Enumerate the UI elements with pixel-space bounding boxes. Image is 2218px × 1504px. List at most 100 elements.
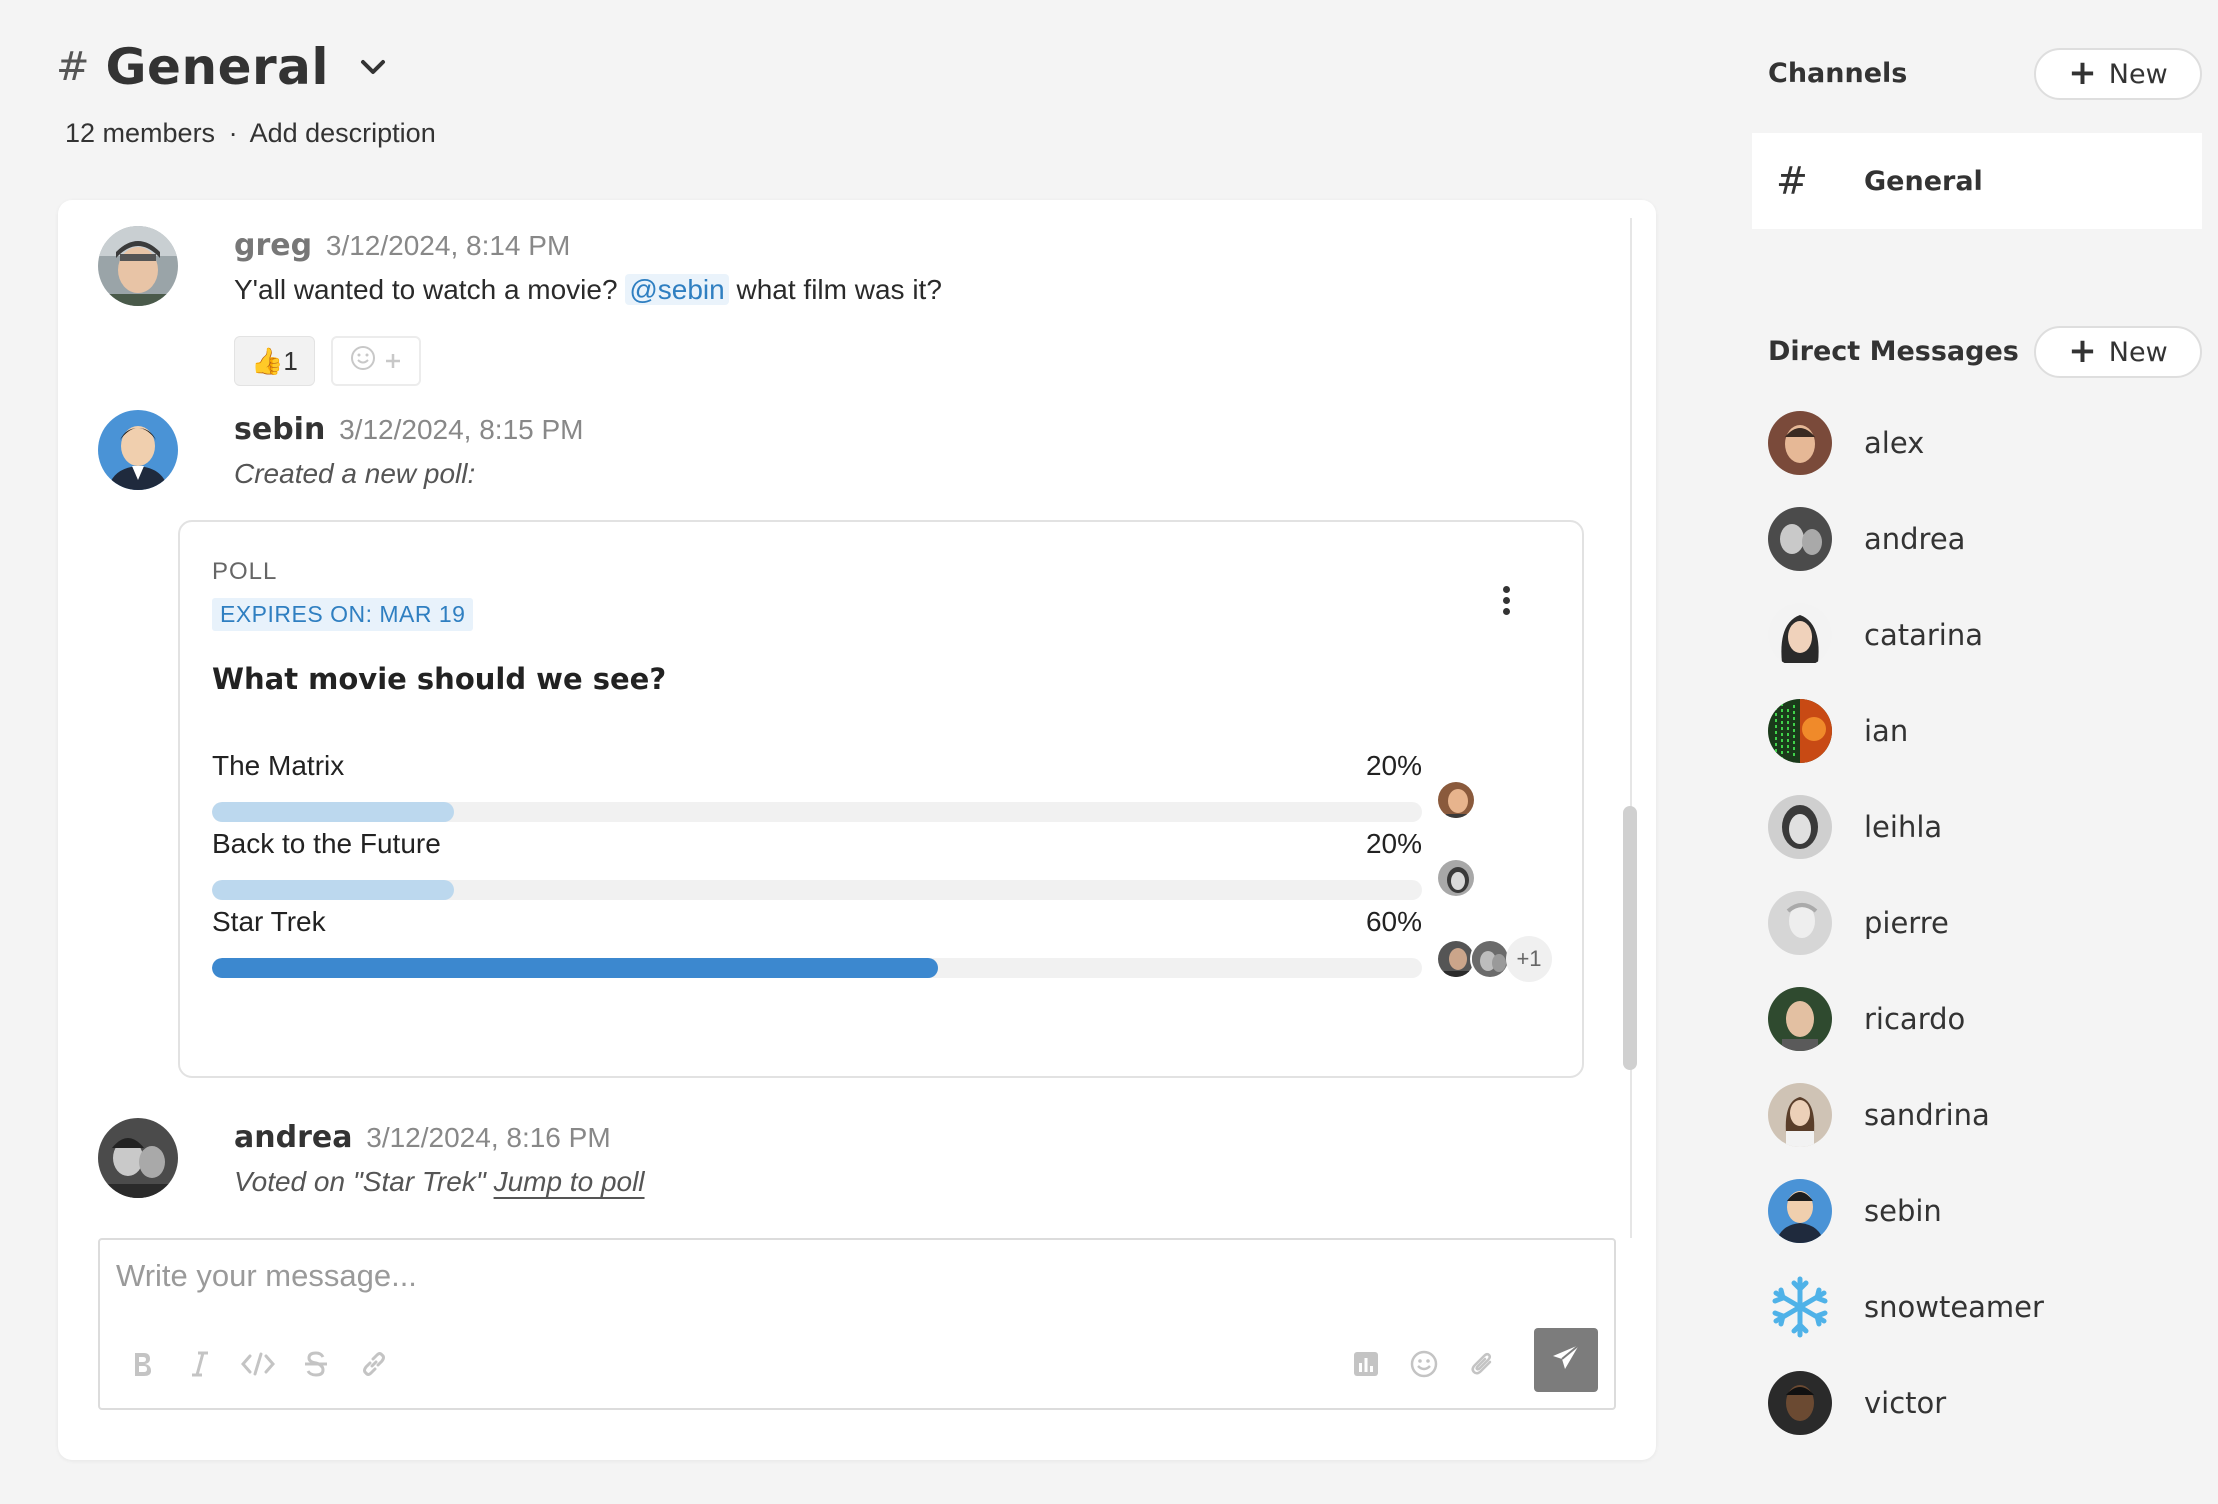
member-count[interactable]: 12 members [65, 118, 215, 148]
strikethrough-icon[interactable] [298, 1346, 334, 1382]
dm-name: sebin [1864, 1194, 1942, 1228]
avatar [1768, 987, 1832, 1051]
dm-name: pierre [1864, 906, 1949, 940]
poll-icon[interactable] [1348, 1346, 1384, 1382]
message-input[interactable] [116, 1258, 1316, 1294]
link-icon[interactable] [356, 1346, 392, 1382]
new-button-label: New [2108, 336, 2168, 368]
dm-item[interactable]: andrea [1768, 506, 2208, 572]
code-icon[interactable] [240, 1346, 276, 1382]
poll-option-percent: 60% [1365, 906, 1422, 937]
poll-option[interactable]: Back to the Future 20% [212, 828, 1582, 908]
send-button[interactable] [1534, 1328, 1598, 1392]
dm-name: ian [1864, 714, 1909, 748]
voter-avatar [1470, 939, 1510, 979]
channel-item-general[interactable]: # General [1752, 133, 2202, 229]
emoji-icon[interactable] [1406, 1346, 1442, 1382]
new-dm-button[interactable]: + New [2034, 326, 2202, 378]
format-toolbar [124, 1346, 392, 1382]
italic-icon[interactable] [182, 1346, 218, 1382]
add-description-link[interactable]: Add description [250, 118, 436, 148]
jump-to-poll-link[interactable]: Jump to poll [494, 1166, 645, 1197]
avatar [1768, 891, 1832, 955]
message-text-part: what film was it? [736, 274, 942, 305]
avatar [1768, 603, 1832, 667]
dm-item[interactable]: sandrina [1768, 1082, 2208, 1148]
poll-option[interactable]: Star Trek 60% +1 [212, 906, 1582, 986]
poll-voters[interactable] [1436, 780, 1476, 820]
composer-actions [1348, 1346, 1500, 1382]
poll-option-percent: 20% [1365, 828, 1422, 859]
dm-item[interactable]: pierre [1768, 890, 2208, 956]
more-options-icon[interactable] [1496, 580, 1516, 620]
dm-name: sandrina [1864, 1098, 1990, 1132]
poll-question: What movie should we see? [212, 662, 667, 696]
dm-item[interactable]: ian [1768, 698, 2208, 764]
dm-name: leihla [1864, 810, 1943, 844]
bold-icon[interactable] [124, 1346, 160, 1382]
plus-icon [384, 345, 402, 377]
dm-item[interactable]: catarina [1768, 602, 2208, 668]
direct-messages-title: Direct Messages [1768, 336, 2019, 367]
snowflake-icon [1768, 1275, 1832, 1339]
poll-voters[interactable] [1436, 858, 1476, 898]
thumbs-up-icon: 👍 [251, 345, 284, 376]
dm-item[interactable]: ricardo [1768, 986, 2208, 1052]
channels-title: Channels [1768, 58, 1908, 89]
chevron-down-icon[interactable] [359, 53, 387, 81]
dm-name: andrea [1864, 522, 1966, 556]
mention-link[interactable]: @sebin [625, 274, 729, 305]
author-name[interactable]: andrea [234, 1120, 352, 1155]
author-name[interactable]: greg [234, 228, 312, 263]
avatar[interactable] [98, 410, 178, 490]
poll-expiry-badge: EXPIRES ON: MAR 19 [212, 598, 474, 631]
avatar [1768, 411, 1832, 475]
poll-option-fill [212, 958, 938, 978]
add-reaction-button[interactable] [330, 336, 421, 386]
poll-option-label: Star Trek [212, 906, 326, 937]
poll-option-fill [212, 802, 454, 822]
dm-item[interactable]: victor [1768, 1370, 2208, 1436]
reaction-chip[interactable]: 👍 1 [234, 336, 315, 386]
avatar [1768, 1179, 1832, 1243]
channel-hash-icon: # [56, 44, 90, 90]
poll-label: POLL [212, 558, 278, 585]
plus-icon: + [2068, 52, 2097, 93]
poll-option-fill [212, 880, 454, 900]
message-list: greg 3/12/2024, 8:14 PM Y'all wanted to … [58, 200, 1656, 1230]
channel-hash-icon: # [1776, 159, 1808, 203]
message-item: sebin 3/12/2024, 8:15 PM Created a new p… [98, 410, 1598, 1078]
dm-item[interactable]: leihla [1768, 794, 2208, 860]
dm-item[interactable]: sebin [1768, 1178, 2208, 1244]
new-channel-button[interactable]: + New [2034, 48, 2202, 100]
more-voters-badge[interactable]: +1 [1506, 936, 1552, 982]
poll-option[interactable]: The Matrix 20% [212, 750, 1582, 830]
scrollbar-track[interactable] [1630, 218, 1632, 1238]
avatar [1768, 507, 1832, 571]
dm-item[interactable]: snowteamer [1768, 1274, 2208, 1340]
dm-name: ricardo [1864, 1002, 1966, 1036]
plus-icon: + [2068, 330, 2097, 371]
dm-item[interactable]: alex [1768, 410, 2208, 476]
avatar [1768, 1371, 1832, 1435]
timestamp: 3/12/2024, 8:15 PM [339, 414, 584, 445]
message-text: Created a new poll: [234, 458, 476, 489]
voter-avatar [1436, 858, 1476, 898]
poll-option-bar [212, 880, 1422, 900]
voter-avatar [1436, 780, 1476, 820]
dm-name: victor [1864, 1386, 1947, 1420]
avatar[interactable] [98, 1118, 178, 1198]
separator: · [228, 118, 238, 148]
message-text: Voted on "Star Trek" Jump to poll [234, 1166, 645, 1198]
scrollbar-thumb[interactable] [1623, 806, 1637, 1070]
attachment-icon[interactable] [1464, 1346, 1500, 1382]
author-name[interactable]: sebin [234, 412, 325, 447]
avatar[interactable] [98, 226, 178, 306]
poll-voters[interactable]: +1 [1436, 936, 1552, 982]
channel-item-label: General [1864, 165, 1983, 197]
poll-option-label: The Matrix [212, 750, 345, 781]
dm-name: snowteamer [1864, 1290, 2044, 1324]
message-item: andrea 3/12/2024, 8:16 PM Voted on "Star… [98, 1118, 1598, 1218]
timestamp: 3/12/2024, 8:16 PM [366, 1122, 611, 1153]
poll-card: POLL EXPIRES ON: MAR 19 What movie shoul… [178, 520, 1584, 1078]
